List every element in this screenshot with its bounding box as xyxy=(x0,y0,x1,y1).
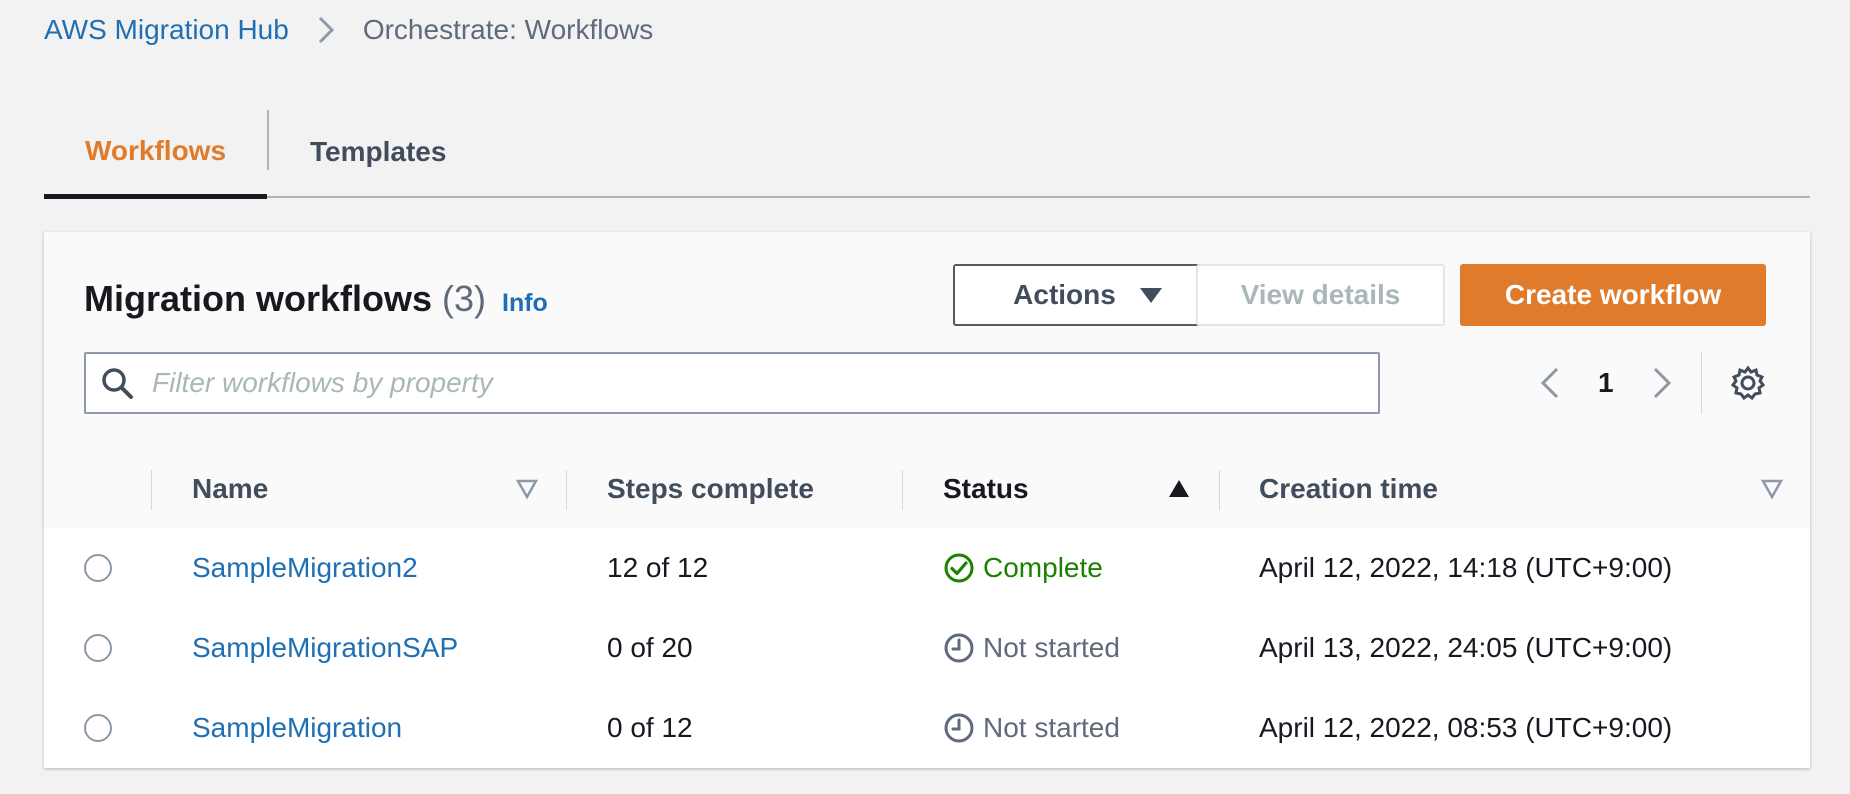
creation-time: April 12, 2022, 08:53 (UTC+9:00) xyxy=(1259,712,1673,743)
sort-ascending-icon[interactable] xyxy=(1168,478,1190,500)
workflow-count: (3) xyxy=(442,278,487,319)
row-select-radio[interactable] xyxy=(84,714,112,742)
workflow-name-link[interactable]: SampleMigration2 xyxy=(192,528,418,608)
column-divider xyxy=(1219,470,1220,510)
chevron-left-icon[interactable] xyxy=(1532,363,1568,403)
column-header-name[interactable]: Name xyxy=(192,450,268,528)
table-row[interactable]: SampleMigrationSAP 0 of 20 Not started A… xyxy=(44,608,1810,689)
steps-complete: 12 of 12 xyxy=(607,552,709,583)
breadcrumb: AWS Migration Hub Orchestrate: Workflows xyxy=(44,12,653,48)
pagination: 1 xyxy=(1532,352,1680,414)
divider xyxy=(1701,352,1702,414)
table-row[interactable]: SampleMigration2 12 of 12 Complete April… xyxy=(44,528,1810,609)
actions-button[interactable]: Actions xyxy=(953,264,1222,326)
status-text: Not started xyxy=(983,632,1120,663)
status-cell: Not started xyxy=(943,608,1120,688)
view-details-button[interactable]: View details xyxy=(1196,264,1445,326)
creation-time: April 12, 2022, 14:18 (UTC+9:00) xyxy=(1259,552,1673,583)
column-divider xyxy=(566,470,567,510)
status-cell: Not started xyxy=(943,688,1120,768)
column-divider xyxy=(151,470,152,510)
breadcrumb-link-migration-hub[interactable]: AWS Migration Hub xyxy=(44,14,289,46)
workflows-panel: Migration workflows (3) Info Actions Vie… xyxy=(44,232,1810,768)
filter-input[interactable] xyxy=(150,366,1334,400)
table-header: Name Steps complete Status Creation time xyxy=(44,450,1810,529)
sort-icon[interactable] xyxy=(516,478,538,500)
column-header-steps: Steps complete xyxy=(607,473,814,504)
tab-templates[interactable]: Templates xyxy=(310,108,446,196)
status-text: Not started xyxy=(983,712,1120,743)
gear-icon[interactable] xyxy=(1729,364,1767,402)
actions-label: Actions xyxy=(1013,279,1116,310)
column-divider xyxy=(902,470,903,510)
panel-header: Migration workflows (3) Info Actions Vie… xyxy=(44,232,1810,451)
workflow-name-link[interactable]: SampleMigration xyxy=(192,688,402,768)
chevron-right-icon xyxy=(309,12,343,48)
sort-icon[interactable] xyxy=(1761,478,1783,500)
create-workflow-button[interactable]: Create workflow xyxy=(1460,264,1766,326)
table-row[interactable]: SampleMigration 0 of 12 Not started Apri… xyxy=(44,688,1810,768)
caret-down-icon xyxy=(1139,287,1162,303)
chevron-right-icon[interactable] xyxy=(1644,363,1680,403)
tab-divider xyxy=(267,110,269,170)
steps-complete: 0 of 20 xyxy=(607,632,693,663)
workflow-name-link[interactable]: SampleMigrationSAP xyxy=(192,608,458,688)
page-number[interactable]: 1 xyxy=(1598,367,1614,399)
tab-workflows[interactable]: Workflows xyxy=(44,108,267,199)
row-select-radio[interactable] xyxy=(84,554,112,582)
info-link[interactable]: Info xyxy=(502,289,548,318)
status-cell: Complete xyxy=(943,528,1103,608)
breadcrumb-current: Orchestrate: Workflows xyxy=(362,14,654,45)
clock-icon xyxy=(943,632,975,664)
column-header-creation-time[interactable]: Creation time xyxy=(1259,450,1438,528)
search-icon xyxy=(100,366,134,400)
column-header-status[interactable]: Status xyxy=(943,450,1029,528)
title-text: Migration workflows xyxy=(84,278,433,319)
tab-bar: Workflows Templates xyxy=(44,108,1810,199)
page-title: Migration workflows (3) Info xyxy=(84,272,548,326)
steps-complete: 0 of 12 xyxy=(607,712,693,743)
filter-box xyxy=(84,352,1380,414)
creation-time: April 13, 2022, 24:05 (UTC+9:00) xyxy=(1259,632,1673,663)
row-select-radio[interactable] xyxy=(84,634,112,662)
check-circle-icon xyxy=(943,552,975,584)
status-text: Complete xyxy=(983,552,1103,583)
clock-icon xyxy=(943,712,975,744)
